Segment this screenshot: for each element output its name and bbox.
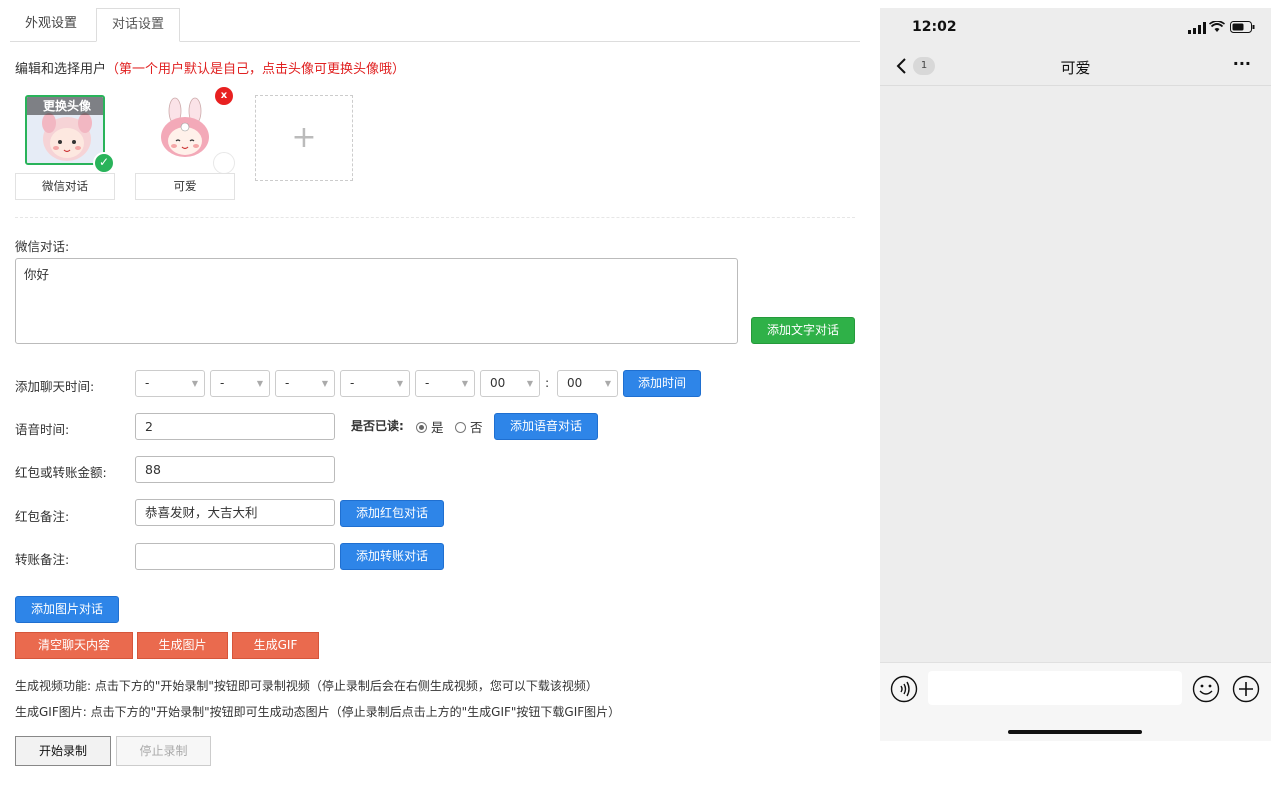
- user-card-2[interactable]: x 可爱: [135, 87, 235, 201]
- time-select-3[interactable]: - ▼: [275, 370, 335, 397]
- more-options-icon[interactable]: ···: [1233, 54, 1251, 73]
- redpacket-label: 红包备注:: [15, 509, 70, 524]
- hour-select[interactable]: 00 ▼: [480, 370, 540, 397]
- add-user-button[interactable]: +: [255, 95, 353, 181]
- plus-icon[interactable]: [1232, 675, 1260, 703]
- battery-icon: [1230, 21, 1255, 33]
- add-image-dialog-button[interactable]: 添加图片对话: [15, 596, 119, 623]
- status-time: 12:02: [912, 19, 957, 35]
- home-indicator: [1008, 730, 1142, 734]
- read-yes-option[interactable]: 是: [416, 417, 444, 436]
- avatar-image[interactable]: 更换头像: [25, 95, 105, 165]
- user-heading-label: 编辑和选择用户: [15, 62, 107, 77]
- chat-navbar: 1 可爱 ···: [880, 46, 1271, 86]
- add-text-dialog-button[interactable]: 添加文字对话: [751, 317, 855, 344]
- time-select-5[interactable]: - ▼: [415, 370, 475, 397]
- avatar-illustration: [145, 95, 225, 165]
- read-status-label: 是否已读:: [351, 419, 404, 433]
- chevron-down-icon: ▼: [396, 379, 403, 388]
- signal-icon: [1188, 22, 1206, 34]
- time-select-1[interactable]: - ▼: [135, 370, 205, 397]
- user-name-label[interactable]: 可爱: [135, 173, 235, 200]
- chevron-down-icon: ▼: [461, 379, 468, 388]
- selected-check-icon[interactable]: ✓: [93, 152, 115, 174]
- dialog-label: 微信对话:: [15, 239, 70, 254]
- time-select-4[interactable]: - ▼: [340, 370, 410, 397]
- settings-tabs: 外观设置 对话设置: [10, 8, 860, 42]
- generate-gif-button[interactable]: 生成GIF: [232, 632, 319, 659]
- redpacket-note-input[interactable]: 恭喜发财，大吉大利: [135, 499, 335, 526]
- section-divider: [15, 217, 855, 218]
- status-bar: 12:02: [880, 8, 1271, 46]
- chevron-down-icon: ▼: [256, 379, 263, 388]
- add-voice-button[interactable]: 添加语音对话: [494, 413, 598, 440]
- time-label: 添加聊天时间:: [15, 379, 95, 394]
- avatar-image[interactable]: [145, 95, 225, 165]
- user-heading-note: （第一个用户默认是自己，点击头像可更换头像哦）: [106, 62, 406, 77]
- chat-input-bar: [880, 662, 1271, 741]
- chevron-down-icon: ▼: [526, 379, 533, 388]
- clear-chat-button[interactable]: 清空聊天内容: [15, 632, 133, 659]
- radio-no[interactable]: [455, 422, 466, 433]
- gif-info-text: 生成GIF图片: 点击下方的"开始录制"按钮即可生成动态图片（停止录制后点击上方…: [15, 705, 621, 719]
- user-card-1[interactable]: 更换头像 ✓ 微信对话: [15, 95, 115, 201]
- add-transfer-button[interactable]: 添加转账对话: [340, 543, 444, 570]
- transfer-note-input[interactable]: [135, 543, 335, 570]
- wifi-icon: [1209, 21, 1225, 32]
- time-select-2[interactable]: - ▼: [210, 370, 270, 397]
- minute-select[interactable]: 00 ▼: [557, 370, 618, 397]
- voice-input-icon[interactable]: [890, 675, 918, 703]
- video-info-text: 生成视频功能: 点击下方的"开始录制"按钮即可录制视频（停止录制后会在右侧生成视…: [15, 679, 598, 693]
- select-user-radio[interactable]: [213, 152, 235, 174]
- dialog-textarea[interactable]: [15, 258, 738, 344]
- amount-input[interactable]: 88: [135, 456, 335, 483]
- delete-user-button[interactable]: x: [215, 87, 233, 105]
- tab-dialog[interactable]: 对话设置: [96, 8, 181, 42]
- start-record-button[interactable]: 开始录制: [15, 736, 111, 766]
- chat-title: 可爱: [1060, 59, 1091, 77]
- tab-appearance[interactable]: 外观设置: [10, 8, 92, 42]
- add-redpacket-button[interactable]: 添加红包对话: [340, 500, 444, 527]
- add-time-button[interactable]: 添加时间: [623, 370, 701, 397]
- user-section-heading: 编辑和选择用户（第一个用户默认是自己，点击头像可更换头像哦）: [15, 58, 405, 77]
- user-name-label[interactable]: 微信对话: [15, 173, 115, 200]
- time-colon: :: [545, 375, 550, 390]
- voice-duration-input[interactable]: 2: [135, 413, 335, 440]
- chevron-down-icon: ▼: [321, 379, 328, 388]
- transfer-label: 转账备注:: [15, 552, 70, 567]
- amount-label: 红包或转账金额:: [15, 465, 107, 480]
- chevron-down-icon: ▼: [191, 379, 198, 388]
- voice-label: 语音时间:: [15, 422, 70, 437]
- stop-record-button[interactable]: 停止录制: [116, 736, 211, 766]
- change-avatar-overlay[interactable]: 更换头像: [27, 97, 103, 115]
- chevron-down-icon: ▼: [604, 379, 611, 388]
- generate-image-button[interactable]: 生成图片: [137, 632, 228, 659]
- read-no-option[interactable]: 否: [455, 417, 483, 436]
- message-input[interactable]: [928, 671, 1182, 705]
- emoji-icon[interactable]: [1192, 675, 1220, 703]
- radio-yes[interactable]: [416, 422, 427, 433]
- phone-preview: 12:02 1 可爱 ···: [880, 8, 1271, 741]
